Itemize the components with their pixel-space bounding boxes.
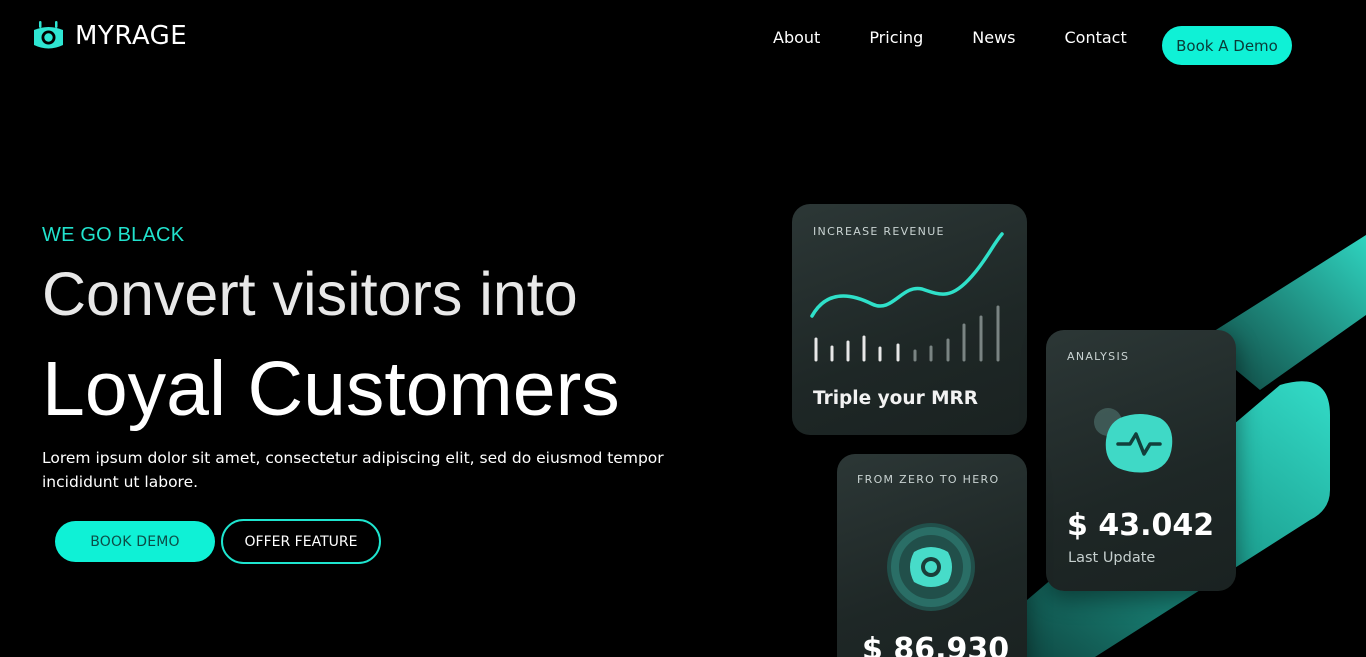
hero-eyebrow: WE GO BLACK [42,224,185,246]
target-ring-icon [887,523,975,611]
zero-to-hero-card: FROM ZERO TO HERO $ 86.930 [837,454,1027,657]
hero-headline-line2: Loyal Customers [42,346,620,432]
brand-name: MYRAGE [75,21,188,51]
book-demo-button[interactable]: BOOK DEMO [55,521,215,562]
analysis-subtitle: Last Update [1068,550,1156,566]
analysis-card: ANALYSIS $ 43.042 Last Update [1046,330,1236,591]
main-nav: About Pricing News Contact [773,29,1127,47]
landing-page: MYRAGE About Pricing News Contact Book A… [0,0,1366,657]
revenue-card-caption: Triple your MRR [813,388,979,409]
analysis-amount: $ 43.042 [1067,508,1215,543]
zero-to-hero-amount: $ 86.930 [862,632,1010,657]
eye-monitor-icon [34,21,63,49]
nav-news[interactable]: News [972,29,1015,47]
zero-to-hero-card-label: FROM ZERO TO HERO [857,473,1000,486]
hero-headline-line1: Convert visitors into [42,260,578,328]
nav-about[interactable]: About [773,29,820,47]
nav-pricing[interactable]: Pricing [869,29,923,47]
nav-contact[interactable]: Contact [1064,29,1126,47]
book-a-demo-button[interactable]: Book A Demo [1162,26,1292,65]
analysis-card-label: ANALYSIS [1067,350,1130,363]
pulse-icon [1094,408,1173,473]
brand-logo[interactable]: MYRAGE [32,20,187,52]
hero-lead-text: Lorem ipsum dolor sit amet, consectetur … [42,449,664,491]
revenue-card-label: INCREASE REVENUE [813,225,945,238]
revenue-card: INCREASE REVENUE Triple your MRR [792,204,1027,435]
offer-feature-button[interactable]: OFFER FEATURE [221,519,381,564]
